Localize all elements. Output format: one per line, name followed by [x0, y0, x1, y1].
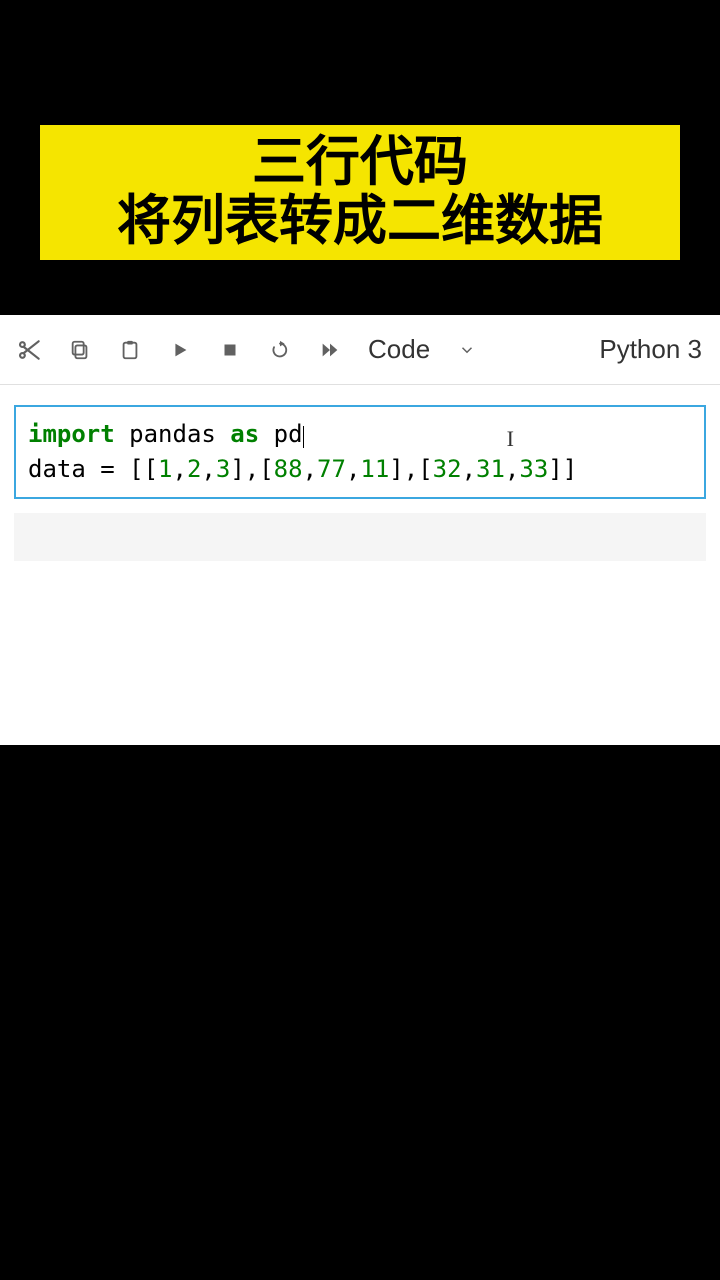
title-banner: 三行代码 将列表转成二维数据	[40, 125, 680, 260]
cell-type-dropdown[interactable]: Code	[368, 334, 476, 365]
run-all-button[interactable]	[308, 328, 352, 372]
notebook-panel: Code Python 3 import pandas as pd data =…	[0, 315, 720, 745]
paste-button[interactable]	[108, 328, 152, 372]
kernel-indicator[interactable]: Python 3	[599, 334, 702, 365]
run-button[interactable]	[158, 328, 202, 372]
cell-type-label: Code	[368, 334, 430, 365]
code-cell-empty[interactable]	[14, 513, 706, 561]
notebook-toolbar: Code Python 3	[0, 315, 720, 385]
text-caret	[303, 426, 304, 448]
chevron-down-icon	[458, 341, 476, 359]
code-cell-active[interactable]: import pandas as pd data = [[1,2,3],[88,…	[14, 405, 706, 499]
cut-button[interactable]	[8, 328, 52, 372]
restart-button[interactable]	[258, 328, 302, 372]
copy-button[interactable]	[58, 328, 102, 372]
stop-button[interactable]	[208, 328, 252, 372]
banner-line-2: 将列表转成二维数据	[40, 192, 680, 251]
cells-container: import pandas as pd data = [[1,2,3],[88,…	[0, 385, 720, 595]
banner-line-1: 三行代码	[40, 133, 680, 192]
text-cursor-icon: I	[507, 423, 514, 455]
